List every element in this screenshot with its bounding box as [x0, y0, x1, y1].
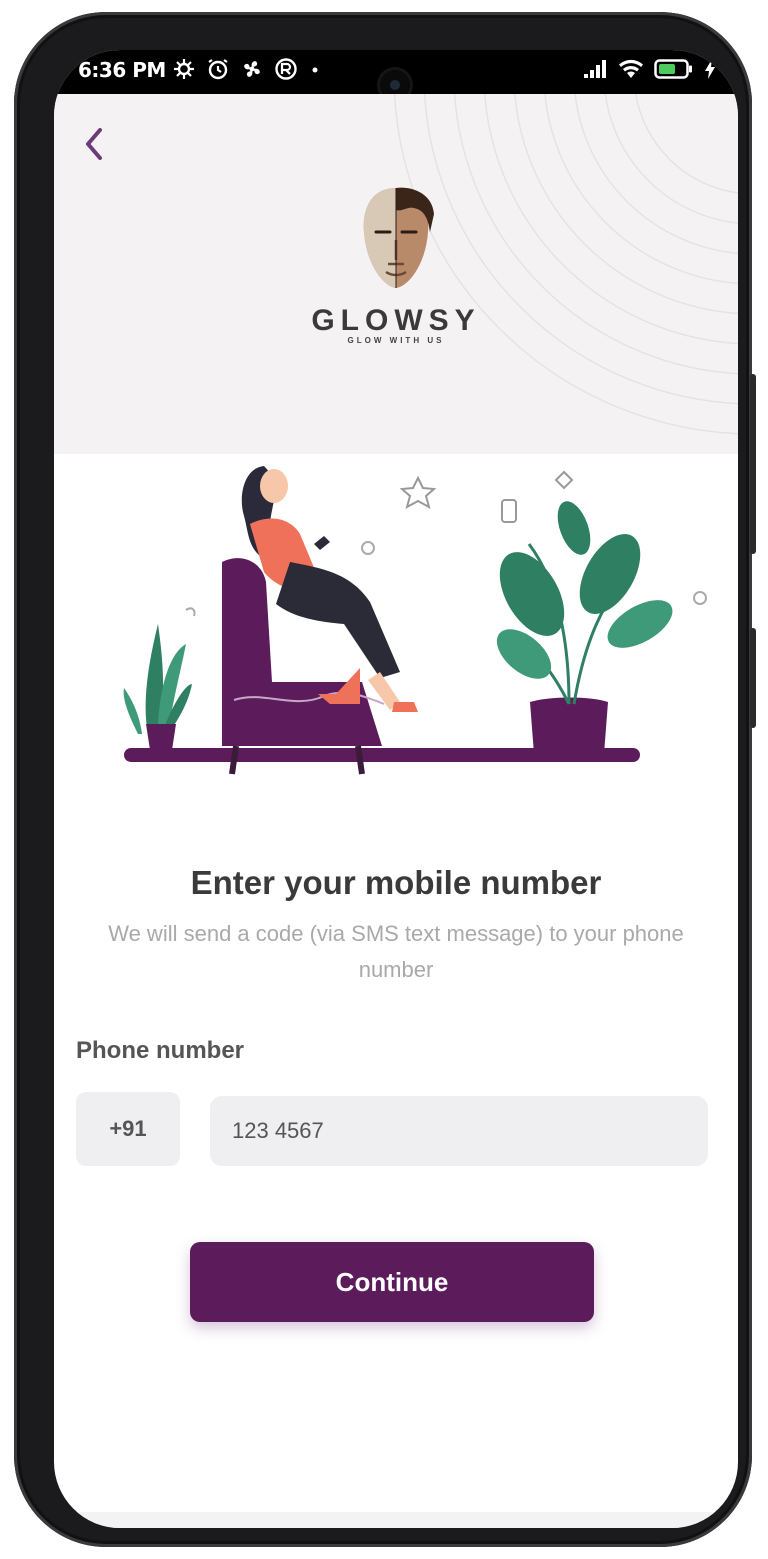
continue-button[interactable]: Continue — [190, 1242, 594, 1322]
charging-icon — [705, 59, 715, 79]
phone-number-input[interactable] — [210, 1096, 708, 1166]
dot-icon — [312, 67, 318, 73]
screen: 6:36 PM GLOWSY GLOW WITH US Enter your m… — [54, 50, 738, 1528]
battery-icon — [654, 59, 692, 79]
country-code-selector[interactable]: +91 — [76, 1092, 180, 1166]
alarm-icon — [208, 59, 228, 80]
bottom-bar — [54, 1512, 738, 1528]
signal-icon — [584, 60, 606, 78]
vpn-icon — [275, 58, 297, 80]
brand-name: GLOWSY — [311, 304, 481, 337]
face-logo-icon — [363, 187, 434, 288]
page-title: Enter your mobile number — [190, 864, 602, 901]
woman-on-chair-illustration — [123, 466, 707, 775]
fan-icon — [244, 61, 260, 77]
brand-tagline: GLOW WITH US — [347, 336, 445, 345]
back-button[interactable] — [80, 124, 106, 164]
phone-number-label: Phone number — [76, 1037, 245, 1064]
power-button — [750, 374, 756, 554]
page-subtitle: We will send a code (via SMS text messag… — [108, 921, 684, 982]
phone-frame: 6:36 PM GLOWSY GLOW WITH US Enter your m… — [14, 12, 756, 1547]
volume-button — [750, 628, 756, 728]
illustration — [54, 454, 738, 784]
wifi-icon — [619, 59, 643, 78]
status-time: 6:36 PM — [78, 58, 166, 82]
chevron-left-icon — [86, 128, 102, 160]
status-bar: 6:36 PM — [54, 50, 738, 100]
settings-icon — [174, 59, 194, 79]
brand-logo — [54, 180, 738, 304]
